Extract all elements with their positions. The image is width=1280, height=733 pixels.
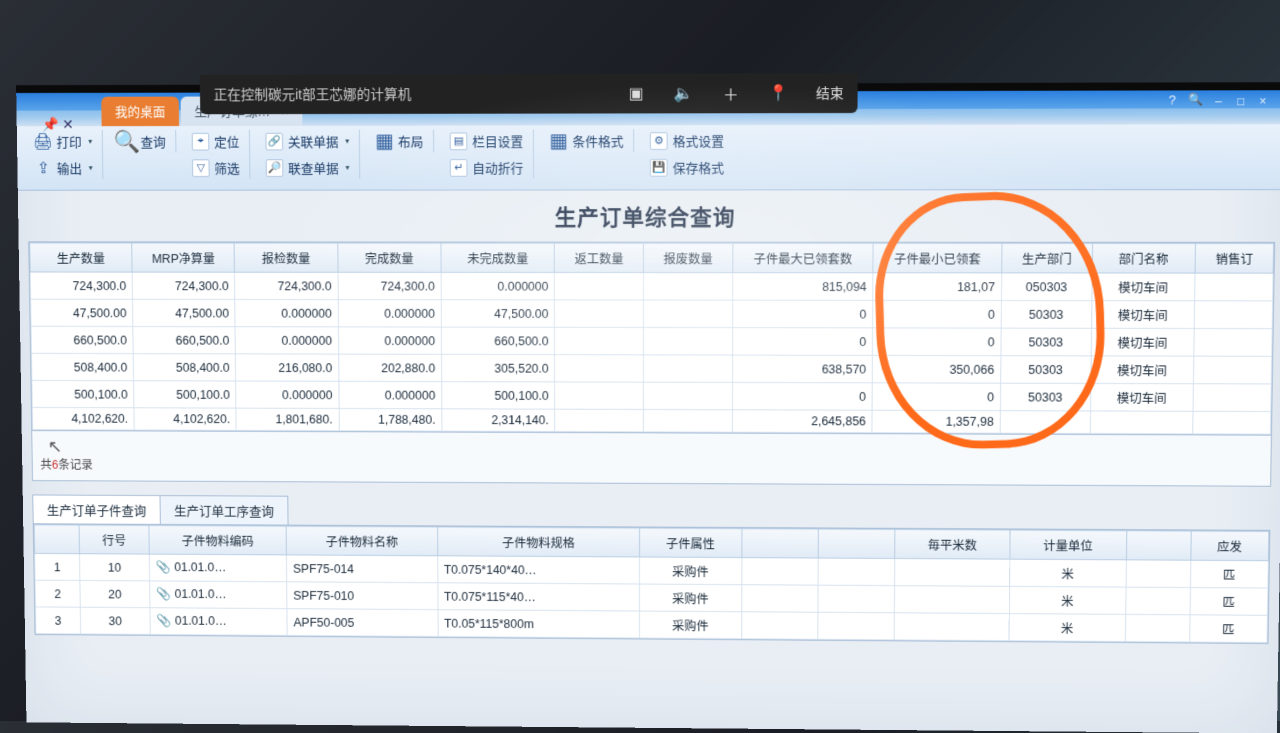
sub-grid[interactable]: 行号子件物料编码子件物料名称子件物料规格子件属性毎平米数计量单位应发110📎01… bbox=[33, 524, 1271, 644]
close-button[interactable]: × bbox=[1259, 94, 1269, 104]
column-header[interactable]: 子件物料规格 bbox=[437, 527, 639, 557]
column-header[interactable]: 未完成数量 bbox=[441, 243, 555, 272]
attachment-icon: 📎 bbox=[156, 614, 171, 627]
wrap-icon: ↵ bbox=[450, 159, 468, 177]
condfmt-button[interactable]: ▦ 条件格式 bbox=[546, 129, 628, 152]
search-icon: 🔍 bbox=[118, 132, 136, 150]
maximize-button[interactable]: □ bbox=[1237, 94, 1247, 104]
add-icon[interactable]: ＋ bbox=[721, 83, 741, 103]
tab-desktop[interactable]: 我的桌面 bbox=[101, 97, 179, 127]
print-button[interactable]: 🖨 打印▾ bbox=[30, 130, 96, 153]
qr-icon[interactable]: ▣ bbox=[626, 84, 646, 104]
reldoc-button[interactable]: 🔗 关联单据▾ bbox=[262, 130, 354, 153]
filter-button[interactable]: ▽ 筛选 bbox=[188, 156, 243, 179]
column-header[interactable]: 报废数量 bbox=[644, 243, 733, 273]
pin-icon[interactable]: 📍 bbox=[768, 83, 788, 103]
sub-tab-process[interactable]: 生产订单工序查询 bbox=[160, 495, 289, 525]
column-header[interactable]: 销售订 bbox=[1195, 243, 1273, 273]
column-header[interactable]: 计量单位 bbox=[1010, 530, 1126, 560]
column-header[interactable]: MRP净算量 bbox=[132, 243, 235, 272]
export-button[interactable]: ⇪ 输出▾ bbox=[31, 157, 97, 180]
column-header[interactable] bbox=[34, 525, 79, 554]
column-header[interactable]: 毎平米数 bbox=[895, 529, 1011, 559]
column-header[interactable] bbox=[818, 529, 895, 559]
pin-icon[interactable]: 📌 ✕ bbox=[42, 116, 74, 133]
layout-icon: ▦ bbox=[376, 132, 394, 150]
column-header[interactable]: 报检数量 bbox=[235, 243, 338, 272]
tab-label: 我的桌面 bbox=[115, 104, 166, 119]
column-header[interactable]: 生产部门 bbox=[1002, 243, 1093, 273]
save-icon: 💾 bbox=[650, 158, 668, 176]
column-header[interactable]: 子件最大已领套数 bbox=[733, 243, 874, 273]
fmtsetting-button[interactable]: ⚙ 格式设置 bbox=[646, 129, 728, 152]
column-header[interactable]: 应发 bbox=[1191, 531, 1269, 561]
locate-button[interactable]: ⌖ 定位 bbox=[188, 130, 244, 153]
cursor-icon: ↖ bbox=[48, 437, 63, 457]
autowrap-button[interactable]: ↵ 自动折行 bbox=[446, 156, 527, 179]
column-header[interactable] bbox=[1126, 531, 1191, 561]
table-row[interactable]: 47,500.0047,500.000.0000000.00000047,500… bbox=[31, 299, 1273, 328]
remote-status: 正在控制碳元it部王芯娜的计算机 bbox=[213, 84, 411, 104]
colsetting-button[interactable]: ▤ 栏目设置 bbox=[446, 129, 527, 152]
attachment-icon: 📎 bbox=[155, 560, 170, 574]
volume-icon[interactable]: 🔈 bbox=[674, 84, 694, 104]
search-icon[interactable]: 🔍 bbox=[1188, 92, 1203, 106]
end-session-button[interactable]: 结束 bbox=[816, 83, 844, 103]
columns-icon: ▤ bbox=[450, 132, 468, 150]
column-header[interactable]: 子件属性 bbox=[640, 528, 742, 558]
attachment-icon: 📎 bbox=[156, 587, 171, 600]
table-row[interactable]: 4,102,620.4,102,620.1,801,680.1,788,480.… bbox=[32, 407, 1270, 434]
column-header[interactable]: 完成数量 bbox=[337, 243, 440, 272]
condfmt-icon: ▦ bbox=[550, 132, 568, 150]
savefmt-button[interactable]: 💾 保存格式 bbox=[646, 156, 728, 179]
sub-tab-child[interactable]: 生产订单子件查询 bbox=[32, 494, 161, 523]
layout-button[interactable]: ▦ 布局 bbox=[372, 130, 428, 153]
column-header[interactable]: 返工数量 bbox=[555, 243, 644, 273]
column-header[interactable]: 部门名称 bbox=[1092, 243, 1196, 273]
column-header[interactable]: 子件最小已领套 bbox=[873, 243, 1002, 273]
query-button[interactable]: 🔍 查询 bbox=[114, 130, 169, 153]
locate-icon: ⌖ bbox=[192, 132, 210, 150]
export-icon: ⇪ bbox=[35, 159, 53, 177]
main-grid[interactable]: 生产数量MRP净算量报检数量完成数量未完成数量返工数量报废数量子件最大已领套数子… bbox=[28, 241, 1275, 435]
help-icon[interactable]: ? bbox=[1169, 92, 1176, 107]
printer-icon: 🖨 bbox=[34, 133, 52, 151]
page-title: 生产订单综合查询 bbox=[28, 200, 1276, 232]
column-header[interactable]: 子件物料编码 bbox=[149, 525, 287, 555]
filter-icon: ▽ bbox=[192, 159, 210, 177]
column-header[interactable]: 生产数量 bbox=[30, 243, 133, 272]
minimize-button[interactable]: – bbox=[1215, 94, 1225, 104]
column-header[interactable]: 行号 bbox=[79, 525, 149, 554]
ribbon-toolbar: 🖨 打印▾ ⇪ 输出▾ 🔍 查询 ⌖ 定位 bbox=[17, 124, 1280, 191]
table-row[interactable]: 508,400.0508,400.0216,080.0202,880.0305,… bbox=[31, 353, 1271, 384]
remote-control-bar: 正在控制碳元it部王芯娜的计算机 ▣ 🔈 ＋ 📍 结束 bbox=[200, 73, 858, 114]
table-row[interactable]: 500,100.0500,100.00.0000000.000000500,10… bbox=[32, 380, 1271, 411]
gear-icon: ⚙ bbox=[650, 132, 668, 150]
record-count: ↖ 共6条记录 bbox=[31, 431, 1272, 487]
table-row[interactable]: 724,300.0724,300.0724,300.0724,300.00.00… bbox=[30, 272, 1273, 301]
search-doc-icon: 🔎 bbox=[266, 159, 284, 177]
uniondoc-button[interactable]: 🔎 联查单据▾ bbox=[262, 156, 354, 179]
column-header[interactable] bbox=[741, 528, 818, 558]
link-icon: 🔗 bbox=[266, 132, 284, 150]
table-row[interactable]: 660,500.0660,500.00.0000000.000000660,50… bbox=[31, 326, 1272, 356]
column-header[interactable]: 子件物料名称 bbox=[286, 526, 437, 556]
